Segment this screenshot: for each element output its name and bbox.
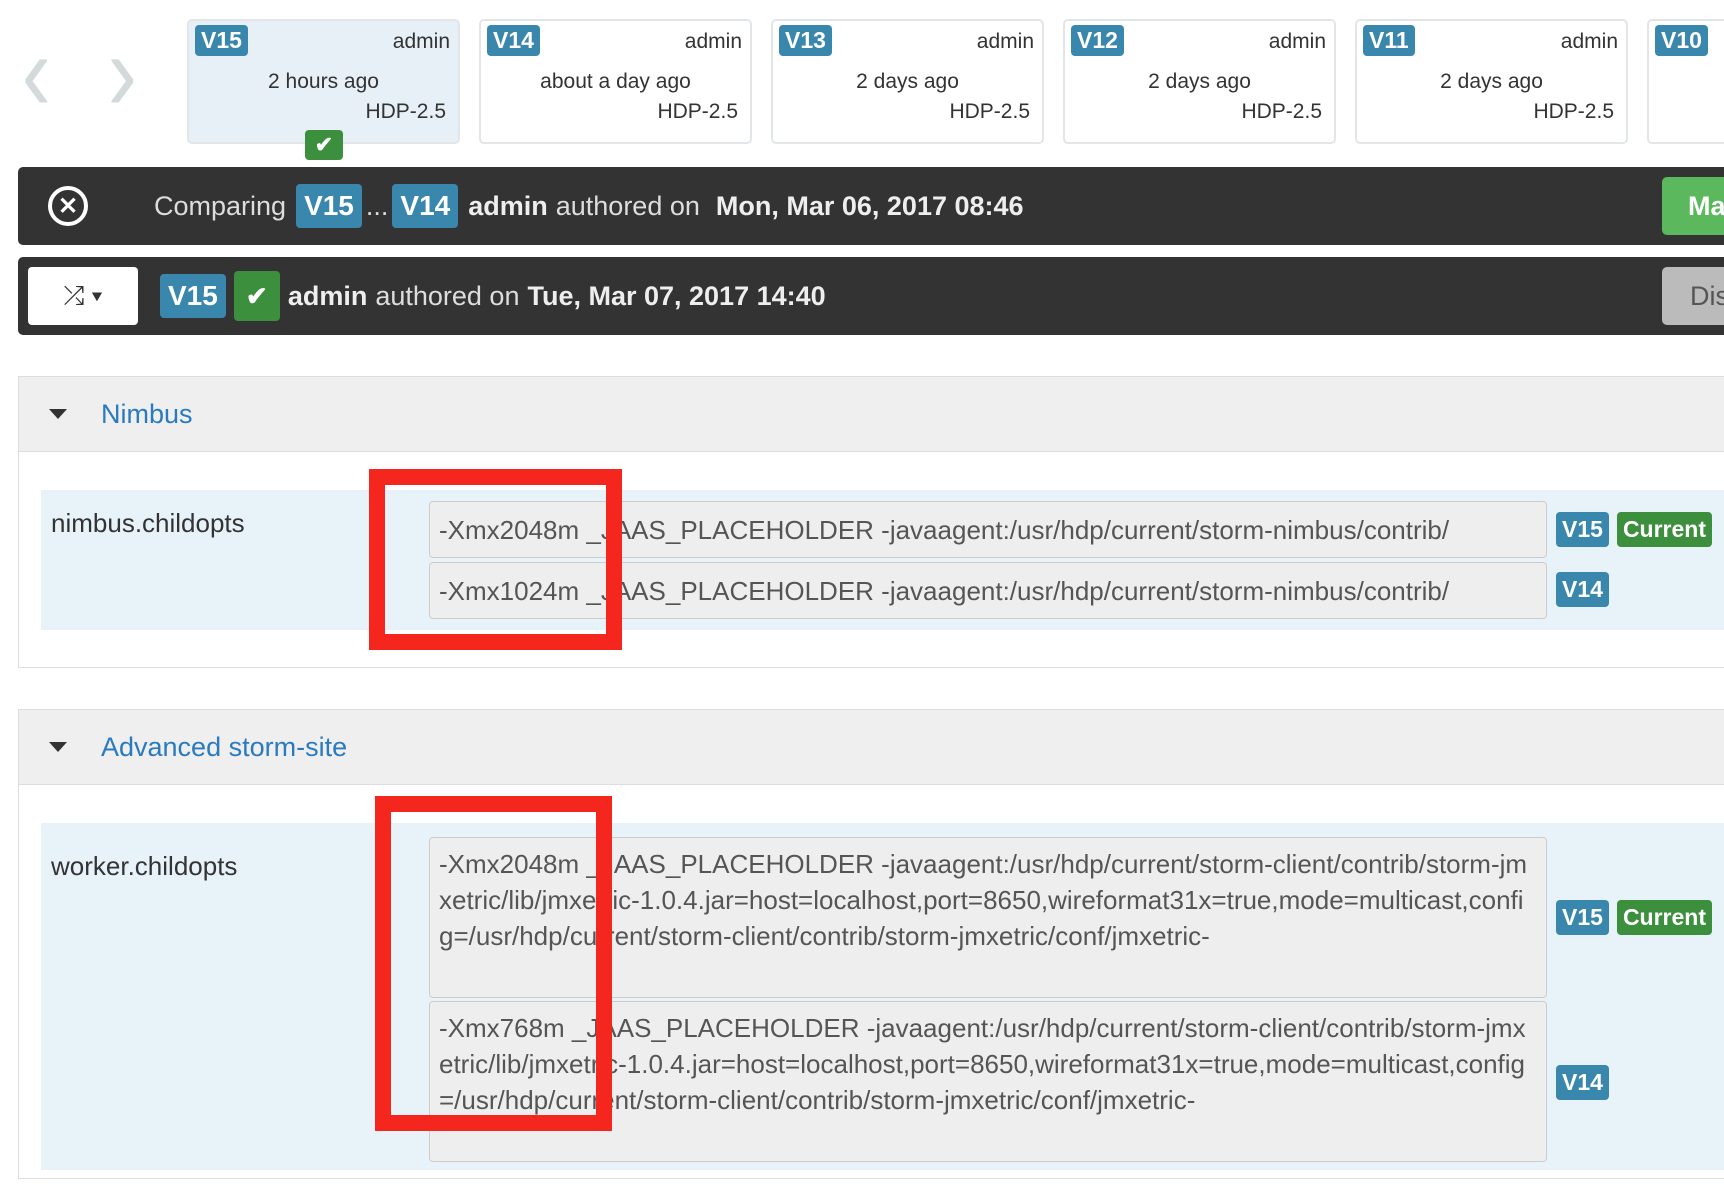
version-card[interactable]: V13 admin 2 days ago HDP-2.5 [771, 19, 1044, 144]
version-author: admin [1268, 30, 1326, 53]
version-author: admin [976, 30, 1034, 53]
caret-down-icon [49, 409, 67, 419]
authored-label: authored on [555, 190, 700, 221]
next-arrow-icon[interactable]: › [108, 18, 137, 128]
version-stack: HDP-2.5 [365, 100, 446, 123]
compare-author: admin [468, 190, 548, 221]
current-date: Tue, Mar 07, 2017 14:40 [527, 280, 826, 311]
version-stack: HDP-2.5 [949, 100, 1030, 123]
compare-version-1: V15 [296, 184, 362, 228]
section-header[interactable]: Nimbus [19, 377, 1724, 452]
section-nimbus: Nimbus nimbus.childopts -Xmx2048m _JAAS_… [18, 376, 1724, 668]
version-badge: V12 [1071, 25, 1124, 56]
version-badge: V11 [1363, 25, 1415, 56]
version-stack: HDP-2.5 [657, 100, 738, 123]
property-name: worker.childopts [51, 851, 238, 881]
version-card[interactable]: V11 admin 2 days ago HDP-2.5 [1355, 19, 1628, 144]
current-badge: Current [1616, 900, 1712, 935]
comparing-label: Comparing [154, 190, 287, 221]
version-card[interactable]: V12 admin 2 days ago HDP-2.5 [1063, 19, 1336, 144]
version-badge: V15 [195, 25, 248, 56]
version-time: 2 hours ago [268, 70, 379, 93]
section-title: Advanced storm-site [101, 731, 348, 762]
prev-arrow-icon[interactable]: ‹ [22, 18, 51, 128]
version-badge: V15 [1556, 900, 1609, 935]
version-badge: V13 [779, 25, 832, 56]
version-author: admin [684, 30, 742, 53]
version-author: admin [1560, 30, 1618, 53]
section-header[interactable]: Advanced storm-site [19, 710, 1724, 785]
make-current-button[interactable]: Ma [1662, 177, 1724, 235]
version-badge: V14 [487, 25, 540, 56]
version-author: admin [392, 30, 450, 53]
current-badge: Current [1616, 512, 1712, 547]
authored-label: authored on [375, 280, 520, 311]
version-stack: HDP-2.5 [1241, 100, 1322, 123]
version-badge: V14 [1556, 572, 1609, 607]
version-time: 2 days ago [1440, 70, 1543, 93]
version-time: about a day ago [540, 70, 691, 93]
check-icon: ✔ [233, 271, 280, 321]
config-row: nimbus.childopts -Xmx2048m _JAAS_PLACEHO… [41, 490, 1724, 630]
version-stack: HDP-2.5 [1533, 100, 1614, 123]
close-compare-icon[interactable]: ✕ [48, 186, 88, 226]
section-advanced-storm-site: Advanced storm-site worker.childopts -Xm… [18, 709, 1724, 1179]
version-badge: V14 [1556, 1065, 1609, 1100]
property-name: nimbus.childopts [51, 508, 245, 538]
compare-bar: ✕ Comparing V15 ... V14 admin authored o… [18, 167, 1724, 245]
current-version-bar: ⤮ ▾ V15 ✔ admin authored on Tue, Mar 07,… [18, 257, 1724, 335]
compare-date: Mon, Mar 06, 2017 08:46 [715, 190, 1024, 221]
version-time: 2 days ago [856, 70, 959, 93]
highlight-box [375, 796, 612, 1131]
discard-button[interactable]: Dis [1662, 267, 1724, 325]
version-badge: V15 [1556, 512, 1609, 547]
version-card[interactable]: V15 admin 2 hours ago HDP-2.5 [187, 19, 460, 144]
current-version-check-icon: ✔ [305, 130, 343, 160]
switch-version-dropdown[interactable]: ⤮ ▾ [28, 267, 138, 325]
highlight-box [369, 469, 622, 650]
compare-separator: ... [365, 190, 389, 221]
version-badge: V10 [1655, 25, 1708, 56]
current-author: admin [287, 280, 368, 311]
config-row: worker.childopts -Xmx2048m _JAAS_PLACEHO… [41, 823, 1724, 1170]
current-version-badge: V15 [160, 274, 226, 318]
compare-version-2: V14 [392, 184, 459, 228]
version-card[interactable]: V10 [1647, 19, 1724, 144]
section-title: Nimbus [101, 398, 193, 429]
version-card[interactable]: V14 admin about a day ago HDP-2.5 [479, 19, 752, 144]
version-time: 2 days ago [1148, 70, 1251, 93]
caret-down-icon [49, 742, 67, 752]
